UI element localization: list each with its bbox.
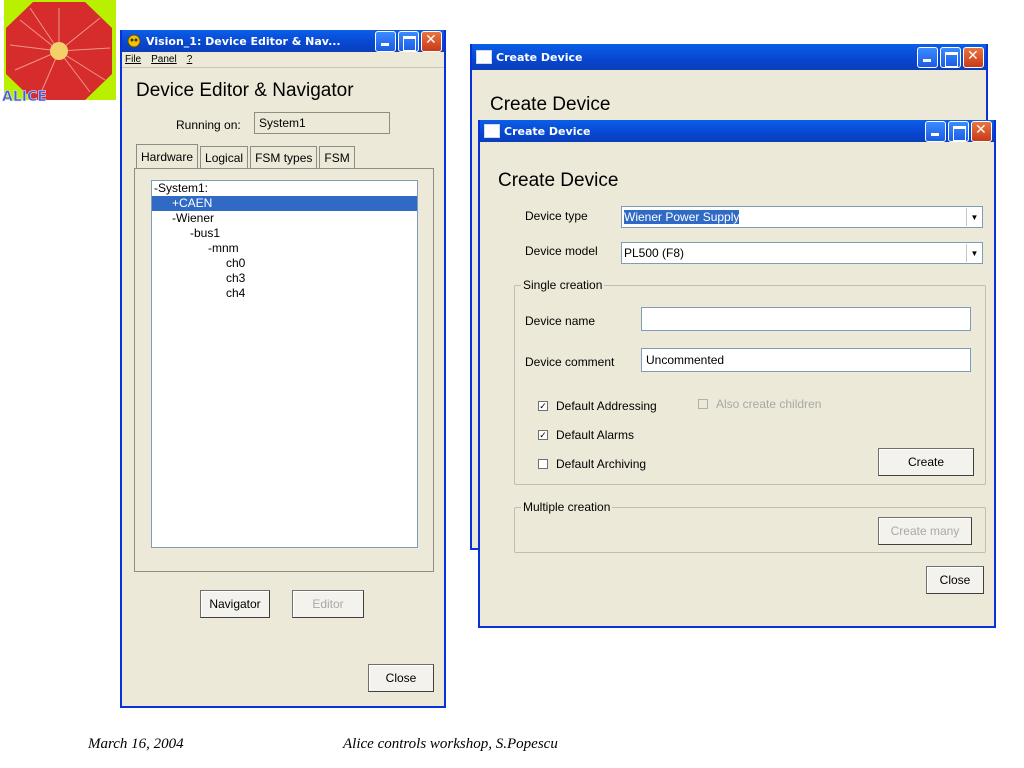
checkbox-unchecked-icon xyxy=(698,399,708,409)
close-icon[interactable] xyxy=(421,30,442,52)
editor-heading: Device Editor & Navigator xyxy=(136,80,354,101)
window-icon xyxy=(476,50,492,64)
editor-tabs: Hardware Logical FSM types FSM xyxy=(136,144,357,168)
logo-text: ALICE xyxy=(2,89,47,105)
create-button[interactable]: Create xyxy=(878,448,974,476)
checkbox-checked-icon: ✓ xyxy=(538,401,548,411)
tree-item[interactable]: -System1: xyxy=(152,181,417,196)
vision-app-icon xyxy=(127,34,141,48)
device-model-select[interactable]: PL500 (F8) ▼ xyxy=(621,242,983,264)
front-heading: Create Device xyxy=(498,170,619,191)
hardware-tree[interactable]: -System1: +CAEN -Wiener -bus1 -mnm ch0 ch3 ch4 xyxy=(151,180,418,548)
also-create-children-checkbox[interactable]: Also create children xyxy=(698,397,821,411)
editor-title: Vision_1: Device Editor & Nav... xyxy=(146,34,341,48)
alice-logo: ALICE xyxy=(0,0,118,106)
checkbox-checked-icon: ✓ xyxy=(538,430,548,440)
front-titlebar[interactable]: Create Device xyxy=(480,120,994,142)
running-on-field: System1 xyxy=(254,112,390,134)
tab-logical[interactable]: Logical xyxy=(200,146,249,168)
navigator-button[interactable]: Navigator xyxy=(200,590,270,618)
single-creation-legend: Single creation xyxy=(521,278,605,292)
close-icon[interactable] xyxy=(963,46,984,68)
close-icon[interactable] xyxy=(971,120,992,142)
default-archiving-checkbox[interactable]: Default Archiving xyxy=(538,457,646,471)
device-comment-input[interactable]: Uncommented xyxy=(641,348,971,372)
menu-panel[interactable]: Panel xyxy=(151,54,177,65)
default-addressing-checkbox[interactable]: ✓ Default Addressing xyxy=(538,399,657,413)
footer-caption: Alice controls workshop, S.Popescu xyxy=(343,736,558,752)
minimize-icon[interactable] xyxy=(917,46,938,68)
tab-fsm[interactable]: FSM xyxy=(319,146,355,168)
menu-help[interactable]: ? xyxy=(187,54,193,65)
editor-button[interactable]: Editor xyxy=(292,590,364,618)
back-title: Create Device xyxy=(496,50,583,64)
window-icon xyxy=(484,124,500,138)
device-type-value: Wiener Power Supply xyxy=(624,210,740,224)
create-many-button[interactable]: Create many xyxy=(878,517,972,545)
maximize-icon[interactable] xyxy=(940,46,961,68)
tree-item[interactable]: ch4 xyxy=(152,286,417,301)
chevron-down-icon[interactable]: ▼ xyxy=(966,244,982,262)
device-type-label: Device type xyxy=(525,209,588,223)
back-heading: Create Device xyxy=(490,94,611,115)
tree-item[interactable]: ch0 xyxy=(152,256,417,271)
minimize-icon[interactable] xyxy=(925,120,946,142)
editor-close-button[interactable]: Close xyxy=(368,664,434,692)
device-type-select[interactable]: Wiener Power Supply ▼ xyxy=(621,206,983,228)
maximize-icon[interactable] xyxy=(948,120,969,142)
device-model-label: Device model xyxy=(525,244,598,258)
editor-titlebar[interactable]: Vision_1: Device Editor & Nav... xyxy=(122,30,444,52)
tree-item[interactable]: ch3 xyxy=(152,271,417,286)
menu-file[interactable]: File xyxy=(125,54,141,65)
menu-bar: File Panel ? xyxy=(122,52,444,68)
device-model-value: PL500 (F8) xyxy=(624,246,685,260)
running-on-label: Running on: xyxy=(176,118,241,132)
minimize-icon[interactable] xyxy=(375,30,396,52)
create-close-button[interactable]: Close xyxy=(926,566,984,594)
device-name-input[interactable] xyxy=(641,307,971,331)
default-archiving-label: Default Archiving xyxy=(556,457,647,471)
device-editor-window: Vision_1: Device Editor & Nav... File Pa… xyxy=(120,30,446,708)
tree-item[interactable]: +CAEN xyxy=(152,196,417,211)
default-addressing-label: Default Addressing xyxy=(556,399,657,413)
tab-fsm-types[interactable]: FSM types xyxy=(250,146,318,168)
multiple-creation-legend: Multiple creation xyxy=(521,500,613,514)
also-create-children-label: Also create children xyxy=(716,397,822,411)
device-name-label: Device name xyxy=(525,314,596,328)
front-title: Create Device xyxy=(504,124,591,138)
default-alarms-label: Default Alarms xyxy=(556,428,635,442)
footer-date: March 16, 2004 xyxy=(88,736,184,752)
back-titlebar[interactable]: Create Device xyxy=(472,44,986,70)
create-device-window: Create Device Create Device Device type … xyxy=(478,120,996,628)
chevron-down-icon[interactable]: ▼ xyxy=(966,208,982,226)
maximize-icon[interactable] xyxy=(398,30,419,52)
tree-item[interactable]: -mnm xyxy=(152,241,417,256)
device-comment-label: Device comment xyxy=(525,355,615,369)
tree-item[interactable]: -Wiener xyxy=(152,211,417,226)
default-alarms-checkbox[interactable]: ✓ Default Alarms xyxy=(538,428,634,442)
tree-item[interactable]: -bus1 xyxy=(152,226,417,241)
checkbox-unchecked-icon xyxy=(538,459,548,469)
tab-hardware[interactable]: Hardware xyxy=(136,144,199,168)
